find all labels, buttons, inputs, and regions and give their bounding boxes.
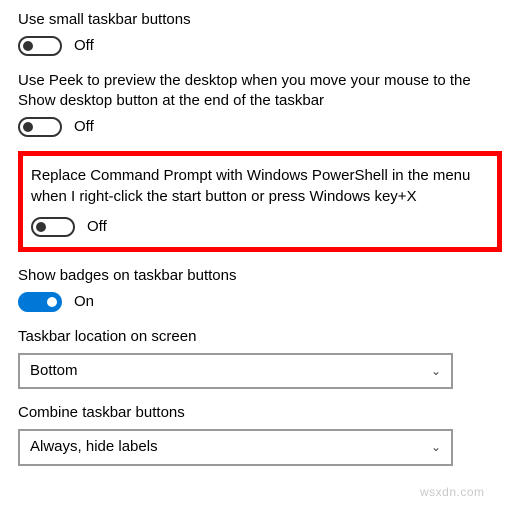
label-small-taskbar-buttons: Use small taskbar buttons <box>18 10 502 30</box>
chevron-down-icon: ⌄ <box>431 439 441 455</box>
setting-combine-buttons: Combine taskbar buttons Always, hide lab… <box>18 403 502 466</box>
toggle-use-peek[interactable] <box>18 117 62 137</box>
label-replace-cmd-powershell: Replace Command Prompt with Windows Powe… <box>31 166 489 207</box>
chevron-down-icon: ⌄ <box>431 363 441 379</box>
setting-use-peek: Use Peek to preview the desktop when you… <box>18 71 502 138</box>
setting-small-taskbar-buttons: Use small taskbar buttons Off <box>18 10 502 57</box>
toggle-knob-icon <box>23 41 33 51</box>
toggle-status-small-taskbar: Off <box>74 36 94 56</box>
toggle-knob-icon <box>23 122 33 132</box>
dropdown-taskbar-location[interactable]: Bottom ⌄ <box>18 353 453 389</box>
setting-replace-cmd-powershell: Replace Command Prompt with Windows Powe… <box>31 166 489 237</box>
toggle-row-use-peek: Off <box>18 117 502 137</box>
dropdown-combine-buttons[interactable]: Always, hide labels ⌄ <box>18 429 453 465</box>
toggle-row-small-taskbar: Off <box>18 36 502 56</box>
toggle-powershell[interactable] <box>31 217 75 237</box>
setting-taskbar-location: Taskbar location on screen Bottom ⌄ <box>18 327 502 390</box>
watermark-text: wsxdn.com <box>420 484 485 500</box>
toggle-status-powershell: Off <box>87 217 107 237</box>
label-taskbar-location: Taskbar location on screen <box>18 327 502 347</box>
setting-show-badges: Show badges on taskbar buttons On <box>18 266 502 313</box>
toggle-status-badges: On <box>74 292 94 312</box>
dropdown-value-taskbar-location: Bottom <box>30 361 78 381</box>
toggle-small-taskbar[interactable] <box>18 36 62 56</box>
label-show-badges: Show badges on taskbar buttons <box>18 266 502 286</box>
toggle-status-use-peek: Off <box>74 117 94 137</box>
toggle-knob-icon <box>36 222 46 232</box>
dropdown-value-combine-buttons: Always, hide labels <box>30 437 158 457</box>
label-combine-buttons: Combine taskbar buttons <box>18 403 502 423</box>
toggle-row-badges: On <box>18 292 502 312</box>
toggle-knob-icon <box>47 297 57 307</box>
toggle-badges[interactable] <box>18 292 62 312</box>
label-use-peek: Use Peek to preview the desktop when you… <box>18 71 502 112</box>
highlighted-setting-powershell: Replace Command Prompt with Windows Powe… <box>18 151 502 252</box>
toggle-row-powershell: Off <box>31 217 489 237</box>
